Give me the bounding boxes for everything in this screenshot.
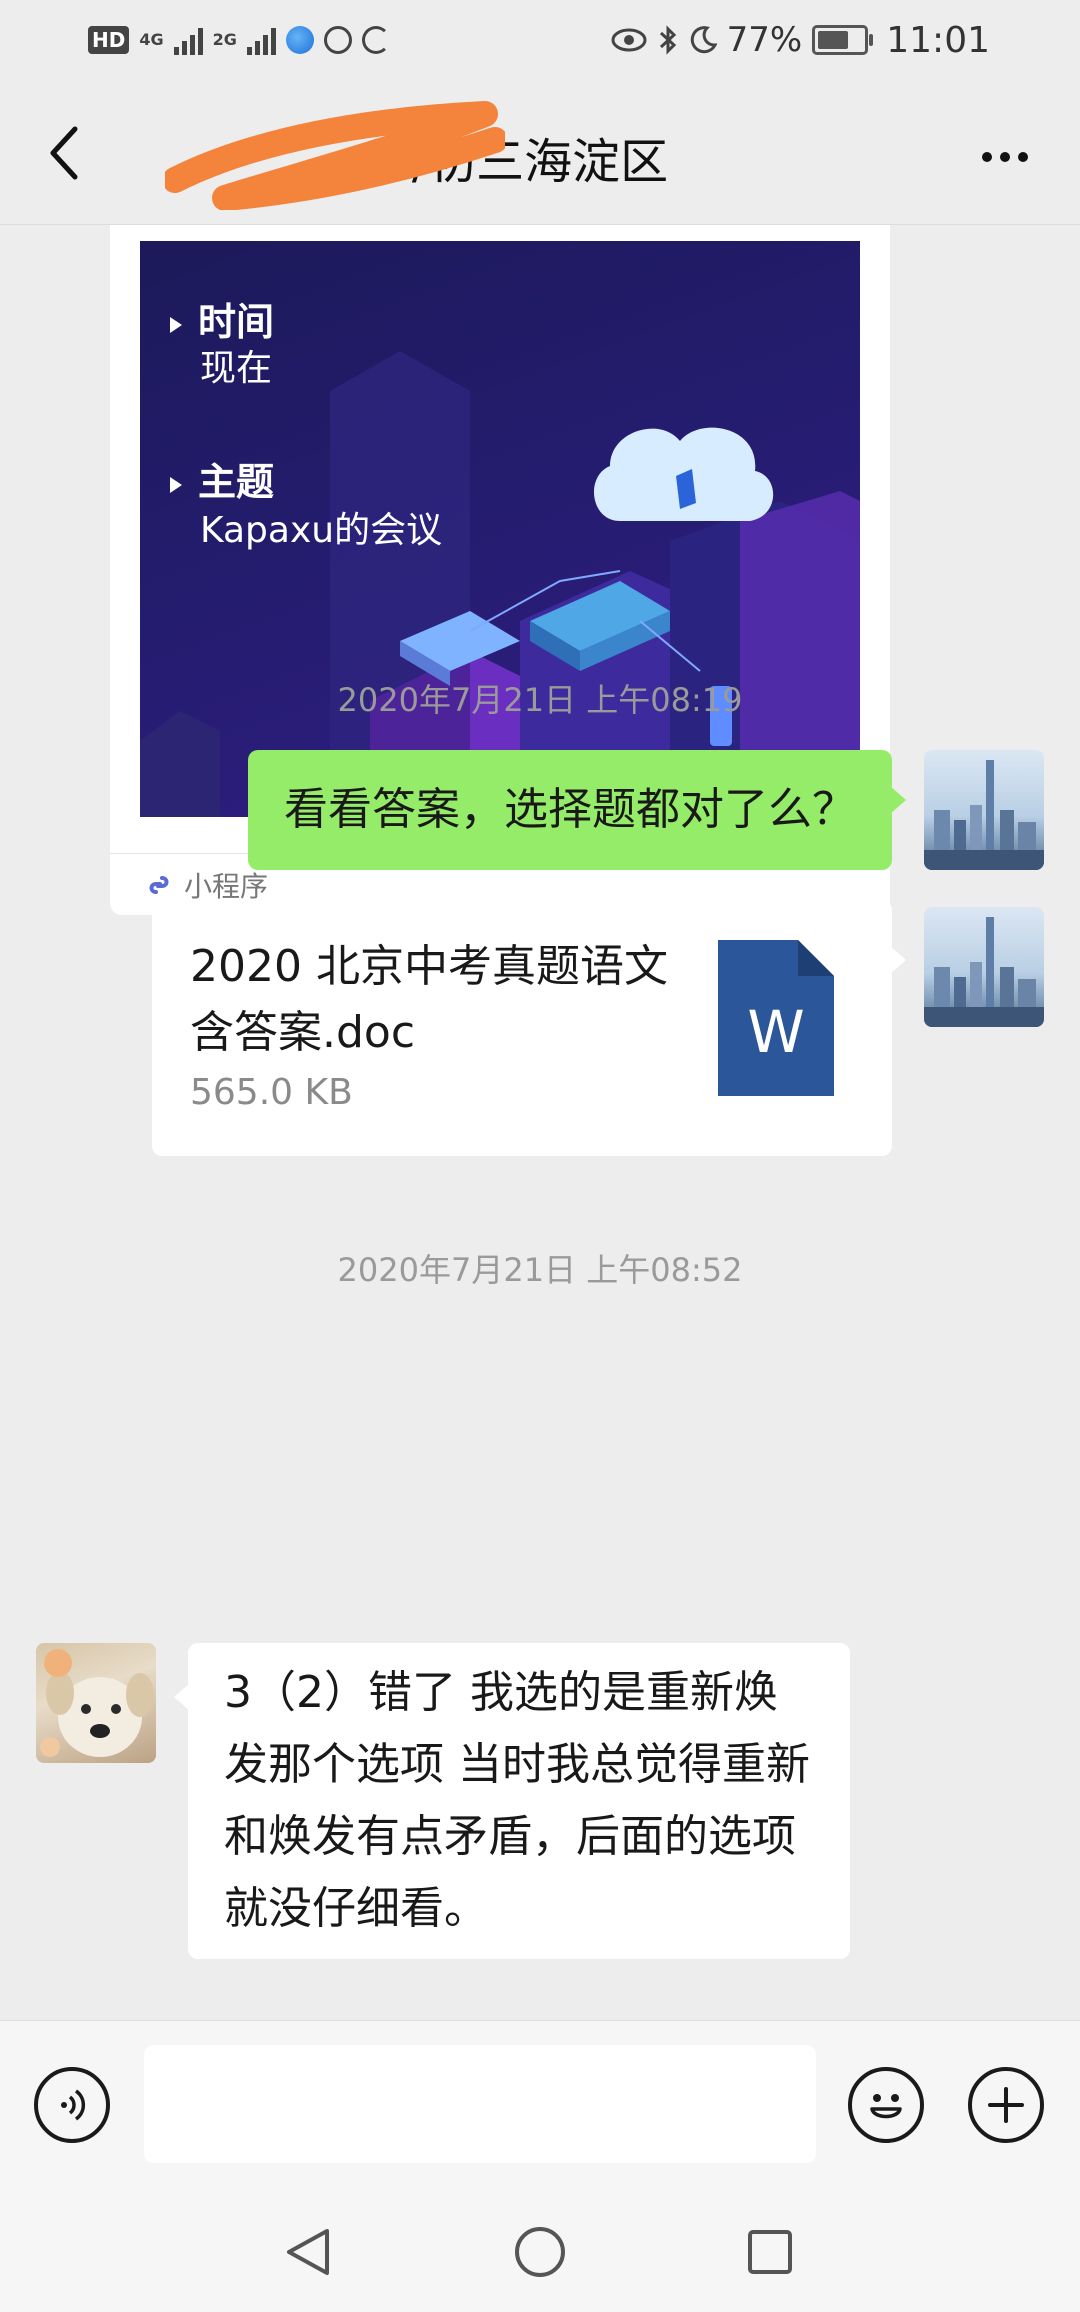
redaction-mark <box>165 101 505 210</box>
clock: 11:01 <box>886 19 990 61</box>
mini-label-topic: 主题 <box>170 451 274 506</box>
status-bar: HD 4G 2G 77% 11:01 <box>0 0 1080 82</box>
message-text: 3（2）错了 我选的是重新焕发那个选项 当时我总觉得重新和焕发有点矛盾，后面的选… <box>224 1667 810 1934</box>
moon-icon <box>690 26 717 54</box>
bullet-icon <box>170 477 182 493</box>
status-right: 77% 11:01 <box>611 18 990 62</box>
message-input[interactable] <box>144 2045 816 2163</box>
message-text: 看看答案，选择题都对了么？ <box>284 784 856 835</box>
message-bubble-out[interactable]: 看看答案，选择题都对了么？ <box>248 750 906 870</box>
city-avatar-image <box>924 917 1044 1027</box>
eye-icon <box>611 28 647 52</box>
loading-icon <box>361 26 390 54</box>
hd-icon: HD <box>88 26 130 54</box>
network-label-1: 4G <box>139 30 164 49</box>
nav-recents-button[interactable] <box>740 2222 800 2282</box>
file-message[interactable]: 2020 北京中考真题语文含答案.doc 565.0 KB W <box>152 900 906 1156</box>
timestamp: 2020年7月21日 上午08:19 <box>337 681 743 719</box>
status-left: HD 4G 2G <box>88 18 390 62</box>
browser-icon <box>285 26 314 54</box>
mini-program-footer: 小程序 <box>146 865 268 905</box>
square-recents-icon <box>748 2230 792 2274</box>
mini-label-time: 时间 <box>170 291 274 346</box>
battery-percent: 77% <box>726 20 803 60</box>
voice-icon <box>61 2089 86 2121</box>
navigation-bar <box>0 2192 1080 2312</box>
avatar-self[interactable] <box>924 750 1044 870</box>
mini-program-label: 小程序 <box>184 870 269 903</box>
network-label-2: 2G <box>212 30 237 49</box>
circle-home-icon <box>515 2227 565 2277</box>
mini-program-cover: 时间 现在 主题 Kapaxu的会议 <box>140 241 860 817</box>
signal-icon-1 <box>173 25 203 55</box>
nav-home-button[interactable] <box>510 2222 570 2282</box>
voice-button[interactable] <box>34 2067 110 2143</box>
globe-icon <box>323 26 352 54</box>
avatar-contact[interactable] <box>36 1643 156 1763</box>
timestamp: 2020年7月21日 上午08:52 <box>337 1251 743 1289</box>
word-document-icon: W <box>718 940 834 1096</box>
chat-area[interactable]: 时间 现在 主题 Kapaxu的会议 小程序 2020年7月21日 上午08:1… <box>0 225 1080 2020</box>
input-bar <box>0 2020 1080 2193</box>
emoji-button[interactable] <box>848 2067 924 2143</box>
city-avatar-image <box>924 760 1044 870</box>
bluetooth-icon <box>659 25 676 55</box>
chat-header: /初三海淀区 <box>0 82 1080 225</box>
message-bubble-in[interactable]: 3（2）错了 我选的是重新焕发那个选项 当时我总觉得重新和焕发有点矛盾，后面的选… <box>174 1643 850 1959</box>
svg-text:W: W <box>747 998 804 1066</box>
plus-icon <box>988 2087 1024 2123</box>
bullet-icon <box>170 317 182 333</box>
nav-back-button[interactable] <box>278 2222 338 2282</box>
more-button[interactable] <box>970 132 1040 182</box>
link-icon <box>149 876 169 894</box>
mini-value-time: 现在 <box>200 348 273 389</box>
dog-avatar-image <box>40 1649 154 1757</box>
avatar-self[interactable] <box>924 907 1044 1027</box>
file-name: 2020 北京中考真题语文含答案.doc <box>190 941 668 1058</box>
emoji-icon <box>870 2094 902 2119</box>
mini-value-topic: Kapaxu的会议 <box>200 510 443 551</box>
file-size: 565.0 KB <box>190 1072 353 1113</box>
battery-icon <box>812 25 874 55</box>
chevron-left-icon <box>50 126 78 180</box>
back-button[interactable] <box>30 118 100 188</box>
more-dots-icon <box>982 152 992 162</box>
triangle-back-icon <box>287 2229 329 2275</box>
plus-button[interactable] <box>968 2067 1044 2143</box>
signal-icon-2 <box>246 25 276 55</box>
